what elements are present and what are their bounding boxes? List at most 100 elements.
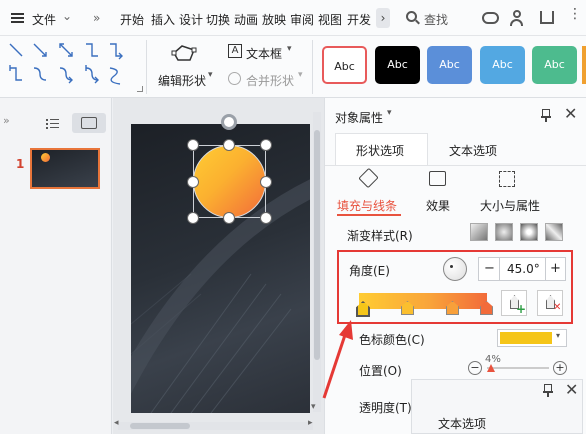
slide-number: 1 <box>16 157 25 171</box>
angle-stepper[interactable]: − 45.0° + <box>478 257 566 281</box>
chevron-down-icon[interactable]: ⌄ <box>62 9 72 23</box>
tab-view[interactable]: 视图 <box>318 11 342 28</box>
close-icon[interactable]: ✕ <box>565 380 578 399</box>
textbox-label[interactable]: 文本框 <box>246 45 282 62</box>
file-menu[interactable]: 文件 <box>32 11 56 28</box>
floating-text-options-tab[interactable]: ✕ 文本选项 <box>411 379 583 434</box>
thumbnail-pane: » 1 <box>0 98 112 434</box>
tab-design[interactable]: 设计 <box>179 11 203 28</box>
gradient-style-rect[interactable] <box>520 223 538 241</box>
shape-style-black[interactable]: Abc <box>375 46 420 84</box>
annotation-arrow <box>322 320 353 399</box>
tab-transition[interactable]: 切换 <box>206 11 230 28</box>
resize-handle-br[interactable] <box>260 212 272 224</box>
angle-value[interactable]: 45.0° <box>507 262 540 276</box>
tab-home[interactable]: 开始 <box>120 11 144 28</box>
chevron-down-icon: ▾ <box>208 70 213 80</box>
tab-text-options[interactable]: 文本选项 <box>449 142 497 159</box>
horizontal-scrollbar[interactable] <box>118 422 313 430</box>
tab-shape-options-label: 形状选项 <box>356 144 405 158</box>
fill-bucket-icon[interactable] <box>358 167 379 189</box>
resize-handle-tl[interactable] <box>187 139 199 151</box>
angle-decrease-button[interactable]: − <box>484 261 495 276</box>
share-icon[interactable] <box>540 11 554 24</box>
resize-handle-bm[interactable] <box>223 212 235 224</box>
floating-tab-label: 文本选项 <box>438 417 487 431</box>
slide-thumbnail[interactable] <box>30 148 100 189</box>
angle-increase-button[interactable]: + <box>550 261 561 276</box>
resize-handle-bl[interactable] <box>187 212 199 224</box>
chevron-down-icon[interactable]: ▾ <box>387 108 392 118</box>
shape-style-green[interactable]: Abc <box>532 46 577 84</box>
resize-handle-ml[interactable] <box>187 176 199 188</box>
subtab-size-properties[interactable]: 大小与属性 <box>480 197 540 214</box>
close-icon[interactable]: ✕ <box>564 104 577 123</box>
panel-title: 对象属性 <box>335 111 384 125</box>
tab-divider <box>325 165 586 166</box>
pin-icon[interactable] <box>543 384 553 397</box>
transparency-label: 透明度(T) <box>359 401 412 415</box>
hamburger-menu-icon[interactable] <box>11 13 24 23</box>
shape-style-lightblue[interactable]: Abc <box>480 46 525 84</box>
object-properties-panel: 对象属性 ▾ ✕ 形状选项 文本选项 填充与线条 效果 大小与属性 渐变样式(R… <box>324 98 586 434</box>
resize-handle-tr[interactable] <box>260 139 272 151</box>
shape-style-blue[interactable]: Abc <box>427 46 472 84</box>
gradient-bar[interactable] <box>359 293 487 309</box>
gradient-style-radial[interactable] <box>495 223 513 241</box>
position-value: 4% <box>485 354 501 365</box>
position-decrease-button[interactable]: − <box>468 361 482 375</box>
chevron-down-icon: ▾ <box>298 70 303 80</box>
stop-color-label: 色标颜色(C) <box>359 333 425 347</box>
effect-icon[interactable] <box>429 171 446 186</box>
stop-color-picker[interactable]: ▾ <box>497 329 567 347</box>
line-shapes-gallery[interactable] <box>6 40 128 96</box>
add-stop-button[interactable]: + <box>501 290 527 316</box>
subtab-fill-line[interactable]: 填充与线条 <box>337 197 397 214</box>
cloud-sync-icon[interactable] <box>482 12 499 24</box>
size-icon[interactable] <box>499 171 515 187</box>
shape-style-partial[interactable] <box>582 46 586 84</box>
edit-shape-label[interactable]: 编辑形状 <box>158 72 206 89</box>
rotate-handle-icon[interactable] <box>221 114 237 130</box>
shape-style-white[interactable]: Abc <box>322 46 367 84</box>
more-options-icon[interactable]: ⋮ <box>568 6 582 22</box>
scroll-down-icon[interactable]: ▾ <box>311 402 316 412</box>
scroll-left-icon[interactable]: ◂ <box>114 418 119 428</box>
collapse-pane-icon[interactable]: » <box>3 114 10 127</box>
position-slider-track[interactable] <box>487 367 549 369</box>
angle-dial[interactable] <box>443 257 467 281</box>
textbox-icon[interactable]: A <box>228 44 242 58</box>
edit-shape-icon[interactable] <box>170 42 198 64</box>
ribbon-toolbar: 编辑形状 ▾ A 文本框 ▾ 合并形状 ▾ Abc Abc Abc Abc Ab… <box>0 36 586 98</box>
subtab-active-underline <box>337 214 401 216</box>
tab-developer[interactable]: 开发 <box>347 11 371 28</box>
chevron-down-icon: ▾ <box>287 44 292 54</box>
angle-label: 角度(E) <box>349 264 390 278</box>
subtab-effect[interactable]: 效果 <box>426 197 450 214</box>
tab-slideshow[interactable]: 放映 <box>262 11 286 28</box>
thumbnail-view-button[interactable] <box>72 113 106 133</box>
selection-box <box>193 145 266 218</box>
resize-handle-tm[interactable] <box>223 139 235 151</box>
user-add-icon[interactable] <box>510 10 524 26</box>
search-input[interactable]: 查找 <box>424 11 448 28</box>
search-icon-handle <box>415 19 420 25</box>
tab-animation[interactable]: 动画 <box>234 11 258 28</box>
scroll-right-icon[interactable]: ▸ <box>308 418 313 428</box>
merge-shape-icon <box>228 72 241 85</box>
resize-handle-mr[interactable] <box>260 176 272 188</box>
tab-scroll-right-button[interactable]: › <box>376 8 390 28</box>
outline-view-icon[interactable] <box>46 118 59 130</box>
more-icon[interactable]: » <box>93 11 100 25</box>
tab-review[interactable]: 审阅 <box>290 11 314 28</box>
gradient-style-path[interactable] <box>545 223 563 241</box>
tab-shape-options[interactable]: 形状选项 <box>335 133 428 165</box>
menu-bar: 文件 ⌄ » 开始 插入 设计 切换 动画 放映 审阅 视图 开发 › 查找 ⋮ <box>0 0 586 36</box>
gallery-expand-icon[interactable] <box>137 86 143 92</box>
remove-stop-button[interactable]: ✕ <box>537 290 563 316</box>
pin-icon[interactable] <box>541 109 551 122</box>
position-increase-button[interactable]: + <box>553 361 567 375</box>
tab-insert[interactable]: 插入 <box>151 11 175 28</box>
position-label: 位置(O) <box>359 364 402 378</box>
gradient-style-linear[interactable] <box>470 223 488 241</box>
